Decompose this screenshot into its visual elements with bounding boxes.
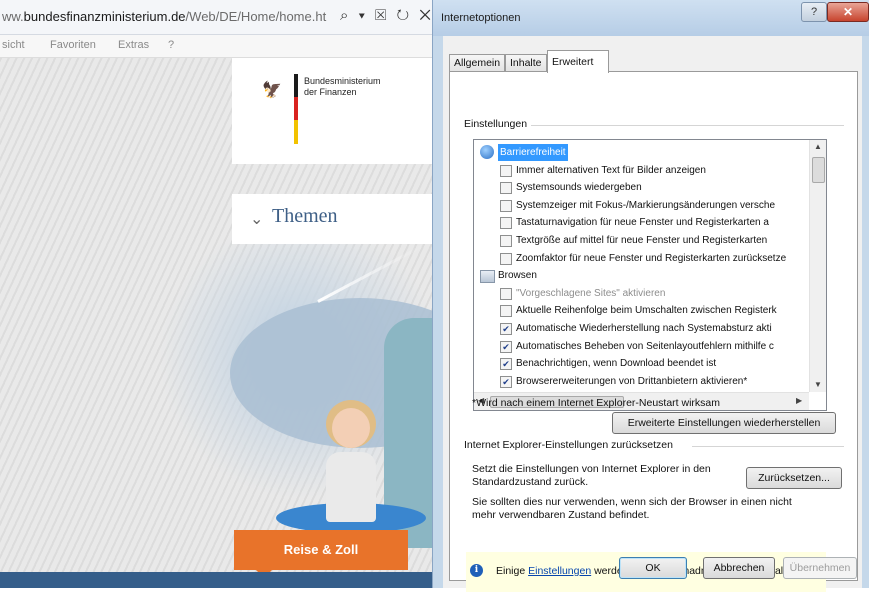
tab-inhalte[interactable]: Inhalte [505,54,547,72]
settings-category[interactable]: Browsen [474,267,809,284]
close-button[interactable]: ✕ [827,2,869,22]
settings-checkbox[interactable] [500,164,512,177]
settings-option[interactable]: ✔ Automatische Wiederherstellung nach Sys… [474,320,809,337]
ministry-logo[interactable]: 🦅 Bundesministerium der Finanzen [232,58,440,164]
settings-option-label: "Vorgeschlagene Sites" aktivieren [516,287,666,299]
url-path: /Web/DE/Home/home.ht [185,9,327,24]
ok-button[interactable]: OK [619,557,687,579]
settings-checkbox[interactable] [500,252,512,265]
info-icon: i [470,564,483,577]
tab-allgemein[interactable]: Allgemein [449,54,506,72]
browsing-icon [480,270,495,284]
address-toolbar-icons[interactable]: ⌕ ▾ ☒ ↻ ✕ [340,7,434,24]
dialog-body: Allgemein Inhalte Erweitert Einstellunge… [443,36,862,592]
settings-category-label: Browsen [498,270,537,282]
group-divider [692,446,844,447]
themen-label: Themen [272,205,338,227]
light-streak [317,243,425,303]
chevron-down-icon: ⌄ [250,211,264,228]
settings-option-label: Textgröße auf mittel für neue Fenster un… [516,235,768,246]
scroll-down-icon[interactable]: ▼ [814,380,822,389]
settings-checkbox[interactable] [500,182,512,195]
settings-option[interactable]: Immer alternativen Text für Bilder anzei… [474,162,809,179]
settings-option-label: Automatisches Beheben von Seitenlayoutfe… [516,340,774,352]
settings-checkbox[interactable] [500,235,512,247]
reset-description: Setzt die Einstellungen von Internet Exp… [472,463,711,488]
accessibility-icon [480,145,494,159]
reset-warning: Sie sollten dies nur verwenden, wenn sic… [472,496,792,521]
settings-option-label: Systemzeiger mit Fokus-/Markierungsänder… [516,199,775,211]
german-flag-bar [294,74,298,144]
tab-erweitert[interactable]: Erweitert [547,50,609,73]
vertical-scroll-thumb[interactable] [812,157,825,183]
page-footer-strip [0,572,440,588]
settings-option-label: Systemsounds wiedergeben [516,182,642,194]
dialog-title: Internetoptionen [441,12,521,24]
menu-help[interactable]: ? [168,39,174,51]
settings-option[interactable]: Systemsounds wiedergeben [474,179,809,196]
reise-zoll-button[interactable]: Reise & Zoll [234,530,408,578]
settings-checkbox[interactable] [500,217,512,230]
settings-option-label: Zoomfaktor für neue Fenster und Register… [516,252,787,264]
settings-list: Barrierefreiheit Immer alternativen Text … [474,140,809,392]
dialog-titlebar[interactable]: Internetoptionen ? ✕ [433,0,869,36]
menu-favoriten[interactable]: Favoriten [50,39,96,51]
settings-option[interactable]: Aktuelle Reihenfolge beim Umschalten zwi… [474,302,809,319]
settings-option-label: Tastaturnavigation für neue Fenster und … [516,217,769,229]
address-bar[interactable]: ww.bundesfinanzministerium.de/Web/DE/Hom… [0,0,440,35]
reset-button[interactable]: Zurücksetzen... [746,467,842,489]
restore-advanced-settings-button[interactable]: Erweiterte Einstellungen wiederherstelle… [612,412,836,434]
settings-checkbox[interactable]: ✔ [500,340,512,353]
settings-option-label: Aktuelle Reihenfolge beim Umschalten zwi… [516,305,777,317]
web-page: 🦅 Bundesministerium der Finanzen ⌄ Theme… [0,58,440,588]
help-button[interactable]: ? [801,2,827,22]
menu-extras[interactable]: Extras [118,39,149,51]
settings-category[interactable]: Barrierefreiheit [474,144,809,161]
themen-menu[interactable]: ⌄ Themen [232,194,440,244]
settings-option-label: Benachrichtigen, wenn Download beendet i… [516,358,717,370]
settings-link[interactable]: Einstellungen [528,565,591,577]
settings-checkbox[interactable]: ✔ [500,358,512,371]
settings-option[interactable]: ✔ Browsererweiterungen von Drittanbietern… [474,373,809,390]
menu-ansicht[interactable]: sicht [2,39,25,51]
url-field[interactable]: ww.bundesfinanzministerium.de/Web/DE/Hom… [2,9,326,24]
vertical-scrollbar[interactable]: ▲ ▼ [809,140,826,392]
reset-group-label: Internet Explorer-Einstellungen zurückse… [464,439,677,451]
internet-options-dialog: Internetoptionen ? ✕ Allgemein Inhalte E… [432,0,869,592]
url-domain: bundesfinanzministerium.de [23,9,186,24]
settings-checkbox[interactable] [500,305,512,318]
url-prefix: ww. [2,9,24,24]
girl-photo [312,396,402,546]
settings-group-label: Einstellungen [464,118,532,130]
settings-option[interactable]: Textgröße auf mittel für neue Fenster un… [474,232,809,249]
federal-eagle-icon: 🦅 [262,82,282,99]
group-divider [514,125,844,126]
scroll-right-icon[interactable]: ▶ [796,396,802,405]
menu-bar: sicht Favoriten Extras ? [0,35,440,58]
settings-option[interactable]: Zoomfaktor für neue Fenster und Register… [474,250,809,267]
restart-note: *Wird nach einem Internet Explorer-Neust… [472,397,721,409]
tab-panel-erweitert: Einstellungen Barrierefreiheit Immer alte… [449,71,858,592]
settings-tree[interactable]: Barrierefreiheit Immer alternativen Text … [473,139,827,411]
settings-option-label: Browsererweiterungen von Drittanbietern … [516,375,748,387]
settings-option[interactable]: Systemzeiger mit Fokus-/Markierungsänder… [474,197,809,214]
settings-checkbox[interactable] [500,199,512,212]
cancel-button[interactable]: Abbrechen [703,557,775,579]
settings-category-label: Barrierefreiheit [498,144,568,161]
settings-option[interactable]: ✔ Benachrichtigen, wenn Download beendet … [474,355,809,372]
settings-option-label: Automatische Wiederherstellung nach Syst… [516,323,772,334]
settings-checkbox[interactable]: ✔ [500,323,512,335]
settings-option-label: Immer alternativen Text für Bilder anzei… [516,164,706,176]
ministry-name: Bundesministerium der Finanzen [304,76,381,97]
apply-button[interactable]: Übernehmen [783,557,857,579]
settings-option[interactable]: Tastaturnavigation für neue Fenster und … [474,214,809,231]
settings-option[interactable]: "Vorgeschlagene Sites" aktivieren [474,285,809,302]
scroll-up-icon[interactable]: ▲ [814,142,822,151]
settings-option[interactable]: ✔ Automatisches Beheben von Seitenlayoutf… [474,338,809,355]
settings-checkbox[interactable] [500,287,512,300]
settings-checkbox[interactable]: ✔ [500,375,512,388]
